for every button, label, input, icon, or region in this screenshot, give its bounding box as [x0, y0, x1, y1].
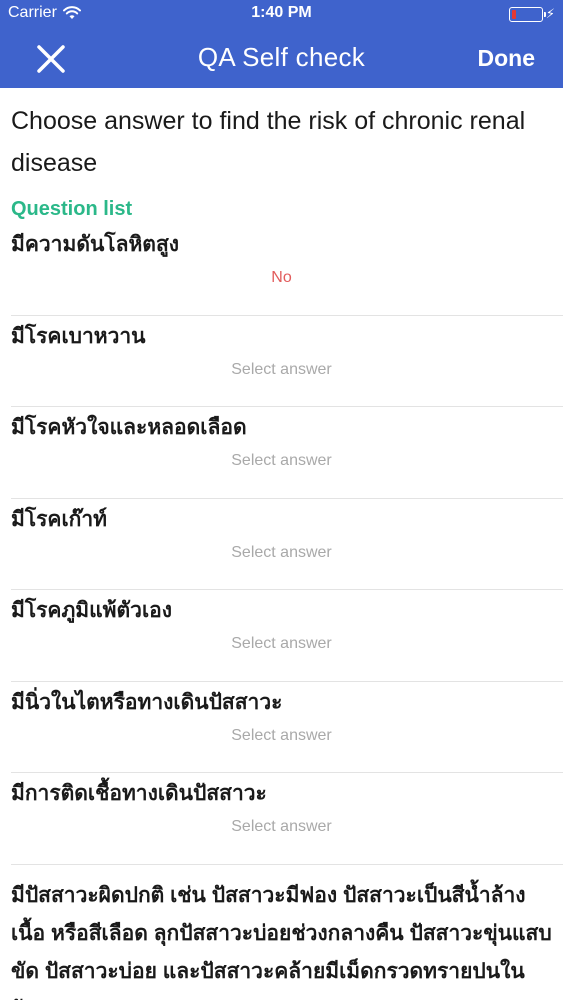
answer-selector[interactable]: Select answer — [0, 727, 563, 745]
answer-selector[interactable]: Select answer — [0, 452, 563, 470]
question-item[interactable]: มีโรคเบาหวาน Select answer — [11, 316, 563, 407]
question-item[interactable]: มีโรคภูมิแพ้ตัวเอง Select answer — [11, 590, 563, 682]
question-text: มีนิ่วในไตหรือทางเดินปัสสาวะ — [11, 690, 283, 714]
battery-level — [511, 9, 516, 19]
answer-selector[interactable]: Select answer — [0, 635, 563, 653]
top-bar: Carrier 1:40 PM ⚡ QA Self check Done — [0, 0, 563, 88]
status-bar: Carrier 1:40 PM ⚡ — [0, 0, 563, 30]
answer-selector[interactable]: Select answer — [0, 361, 563, 379]
answer-selector[interactable]: Select answer — [0, 544, 563, 562]
question-item[interactable]: มีปัสสาวะผิดปกติ เช่น ปัสสาวะมีฟอง ปัสสา… — [11, 865, 563, 1000]
screen: Carrier 1:40 PM ⚡ QA Self check Done Cho… — [0, 0, 563, 1000]
question-item[interactable]: มีความดันโลหิตสูง No — [11, 224, 563, 316]
question-item[interactable]: มีโรคหัวใจและหลอดเลือด Select answer — [11, 407, 563, 499]
answer-selector[interactable]: Select answer — [0, 818, 563, 836]
question-text: มีโรคภูมิแพ้ตัวเอง — [11, 599, 172, 622]
intro-text: Choose answer to find the risk of chroni… — [11, 107, 526, 177]
question-text: มีโรคเบาหวาน — [11, 324, 146, 348]
question-item[interactable]: มีโรคเก๊าท์ Select answer — [11, 499, 563, 590]
status-time: 1:40 PM — [251, 4, 312, 21]
done-button[interactable]: Done — [478, 45, 536, 72]
charging-bolt-icon: ⚡ — [545, 6, 555, 21]
battery-icon — [508, 6, 546, 22]
section-label: Question list — [11, 198, 133, 220]
battery-indicator: ⚡ — [508, 6, 555, 22]
answer-selector[interactable]: No — [0, 269, 563, 287]
question-text: มีโรคเก๊าท์ — [11, 507, 107, 531]
question-list: มีความดันโลหิตสูง No มีโรคเบาหวาน Select… — [11, 224, 563, 1000]
question-text: มีความดันโลหิตสูง — [11, 233, 180, 256]
question-text: มีการติดเชื้อทางเดินปัสสาวะ — [11, 782, 267, 805]
question-item[interactable]: มีนิ่วในไตหรือทางเดินปัสสาวะ Select answ… — [11, 682, 563, 773]
question-text: มีโรคหัวใจและหลอดเลือด — [11, 416, 247, 439]
navigation-bar: QA Self check Done — [0, 30, 563, 88]
content: Choose answer to find the risk of chroni… — [0, 88, 563, 1000]
question-text: มีปัสสาวะผิดปกติ เช่น ปัสสาวะมีฟอง ปัสสา… — [11, 883, 552, 1000]
question-item[interactable]: มีการติดเชื้อทางเดินปัสสาวะ Select answe… — [11, 773, 563, 865]
